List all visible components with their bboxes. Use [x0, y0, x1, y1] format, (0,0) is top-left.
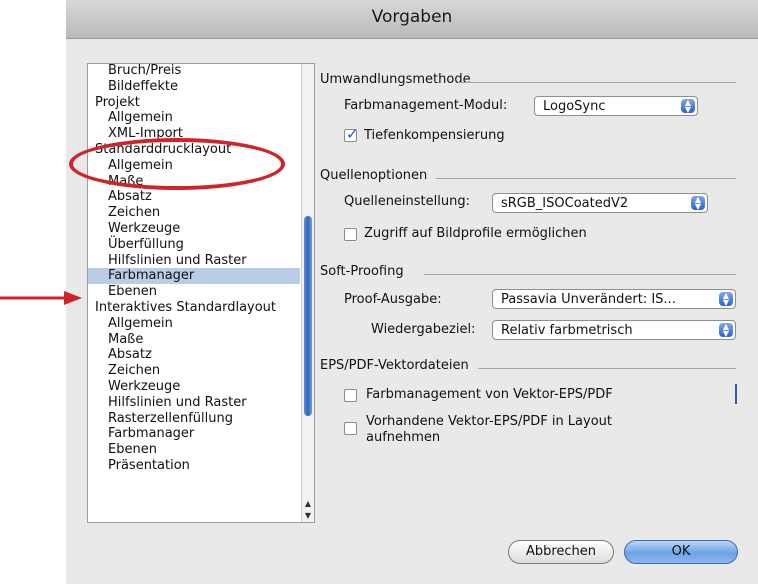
tree-item[interactable]: Farbmanager	[88, 268, 300, 285]
rendering-intent-select[interactable]: Relativ farbmetrisch ▲ ▼	[492, 320, 736, 340]
tree-item[interactable]: Absatz	[88, 347, 300, 363]
rendering-intent-value: Relativ farbmetrisch	[501, 323, 633, 338]
tree-item[interactable]: Projekt	[88, 95, 300, 111]
ok-button[interactable]: OK	[624, 540, 738, 564]
color-module-select[interactable]: LogoSync ▲ ▼	[534, 96, 698, 116]
section-heading-conversion: Umwandlungsmethode	[320, 72, 471, 87]
depth-compensation-label: Tiefenkompensierung	[364, 128, 505, 143]
tree-item[interactable]: Farbmanager	[88, 426, 300, 442]
tree-item[interactable]: Werkzeuge	[88, 379, 300, 395]
section-heading-eps: EPS/PDF-Vektordateien	[320, 358, 469, 373]
cancel-button[interactable]: Abbrechen	[508, 540, 614, 564]
scroll-thumb[interactable]	[304, 216, 312, 416]
tree-item[interactable]: Bildeffekte	[88, 79, 300, 95]
include-vector-label-line1: Vorhandene Vektor-EPS/PDF in Layout	[366, 414, 613, 429]
rendering-intent-label: Wiedergabeziel:	[371, 322, 476, 337]
color-module-label: Farbmanagement-Modul:	[344, 98, 508, 113]
tree-item[interactable]: Präsentation	[88, 458, 300, 474]
tree-item[interactable]: Rasterzellenfüllung	[88, 411, 300, 427]
select-stepper-icon: ▲ ▼	[719, 323, 733, 338]
proof-output-select[interactable]: Passavia Unverändert: IS... ▲ ▼	[492, 289, 736, 309]
section-heading-softproof: Soft-Proofing	[320, 264, 404, 279]
proof-output-value: Passavia Unverändert: IS...	[501, 292, 676, 307]
scroll-up-arrow-icon[interactable]: ▲	[303, 499, 313, 508]
source-setting-select[interactable]: sRGB_ISOCoatedV2 ▲ ▼	[492, 193, 708, 213]
tree-item[interactable]: Werkzeuge	[88, 221, 300, 237]
color-module-value: LogoSync	[543, 99, 606, 114]
window-title: Vorgaben	[371, 7, 453, 27]
tree-item[interactable]: Ebenen	[88, 442, 300, 458]
tree-item[interactable]: Bruch/Preis	[88, 64, 300, 79]
include-vector-label-line2: aufnehmen	[366, 430, 441, 445]
section-heading-source: Quellenoptionen	[320, 168, 428, 183]
tree-item[interactable]: Hilfslinien und Raster	[88, 395, 300, 411]
tree-item[interactable]: Hilfslinien und Raster	[88, 253, 300, 269]
profile-access-checkbox[interactable]	[344, 228, 357, 241]
source-setting-label: Quelleneinstellung:	[344, 194, 470, 209]
preferences-window: Vorgaben Bruch/Preis Bildeffekte Projekt Al…	[66, 0, 758, 584]
profile-access-label: Zugriff auf Bildprofile ermöglichen	[364, 226, 587, 241]
tree-item[interactable]: Interaktives Standardlayout	[88, 300, 300, 316]
tree-item[interactable]: Zeichen	[88, 205, 300, 221]
scroll-down-arrow-icon[interactable]: ▼	[303, 511, 313, 520]
vertical-scrollbar[interactable]: ▲ ▼	[301, 64, 314, 522]
tree-item[interactable]: Maße	[88, 332, 300, 348]
focus-edge-mark	[735, 384, 737, 404]
include-vector-checkbox[interactable]	[344, 422, 357, 435]
checkmark-icon: ✓	[346, 125, 359, 143]
title-bar: Vorgaben	[66, 0, 758, 39]
section-divider	[458, 82, 736, 83]
select-stepper-icon: ▲ ▼	[719, 292, 733, 307]
tree-item[interactable]: Zeichen	[88, 363, 300, 379]
tree-item[interactable]: Allgemein	[88, 316, 300, 332]
vector-cm-label: Farbmanagement von Vektor-EPS/PDF	[366, 387, 613, 402]
depth-compensation-checkbox[interactable]: ✓	[344, 125, 359, 143]
select-stepper-icon: ▲ ▼	[691, 196, 705, 211]
tree-item[interactable]: Ebenen	[88, 284, 300, 300]
annotation-arrow-icon	[0, 291, 82, 305]
tree-items: Bruch/Preis Bildeffekte Projekt Allgemein XM…	[88, 64, 300, 474]
preferences-tree-list[interactable]: Bruch/Preis Bildeffekte Projekt Allgemein XM…	[87, 63, 315, 523]
annotation-ellipse	[69, 138, 285, 190]
tree-item[interactable]: Allgemein	[88, 110, 300, 126]
source-setting-value: sRGB_ISOCoatedV2	[501, 196, 629, 211]
proof-output-label: Proof-Ausgabe:	[344, 292, 442, 307]
vector-cm-checkbox[interactable]	[344, 389, 357, 402]
tree-item[interactable]: Absatz	[88, 189, 300, 205]
section-divider	[478, 368, 736, 369]
section-divider	[436, 178, 736, 179]
tree-item[interactable]: Überfüllung	[88, 237, 300, 253]
select-stepper-icon: ▲ ▼	[681, 99, 695, 114]
section-divider	[424, 274, 736, 275]
